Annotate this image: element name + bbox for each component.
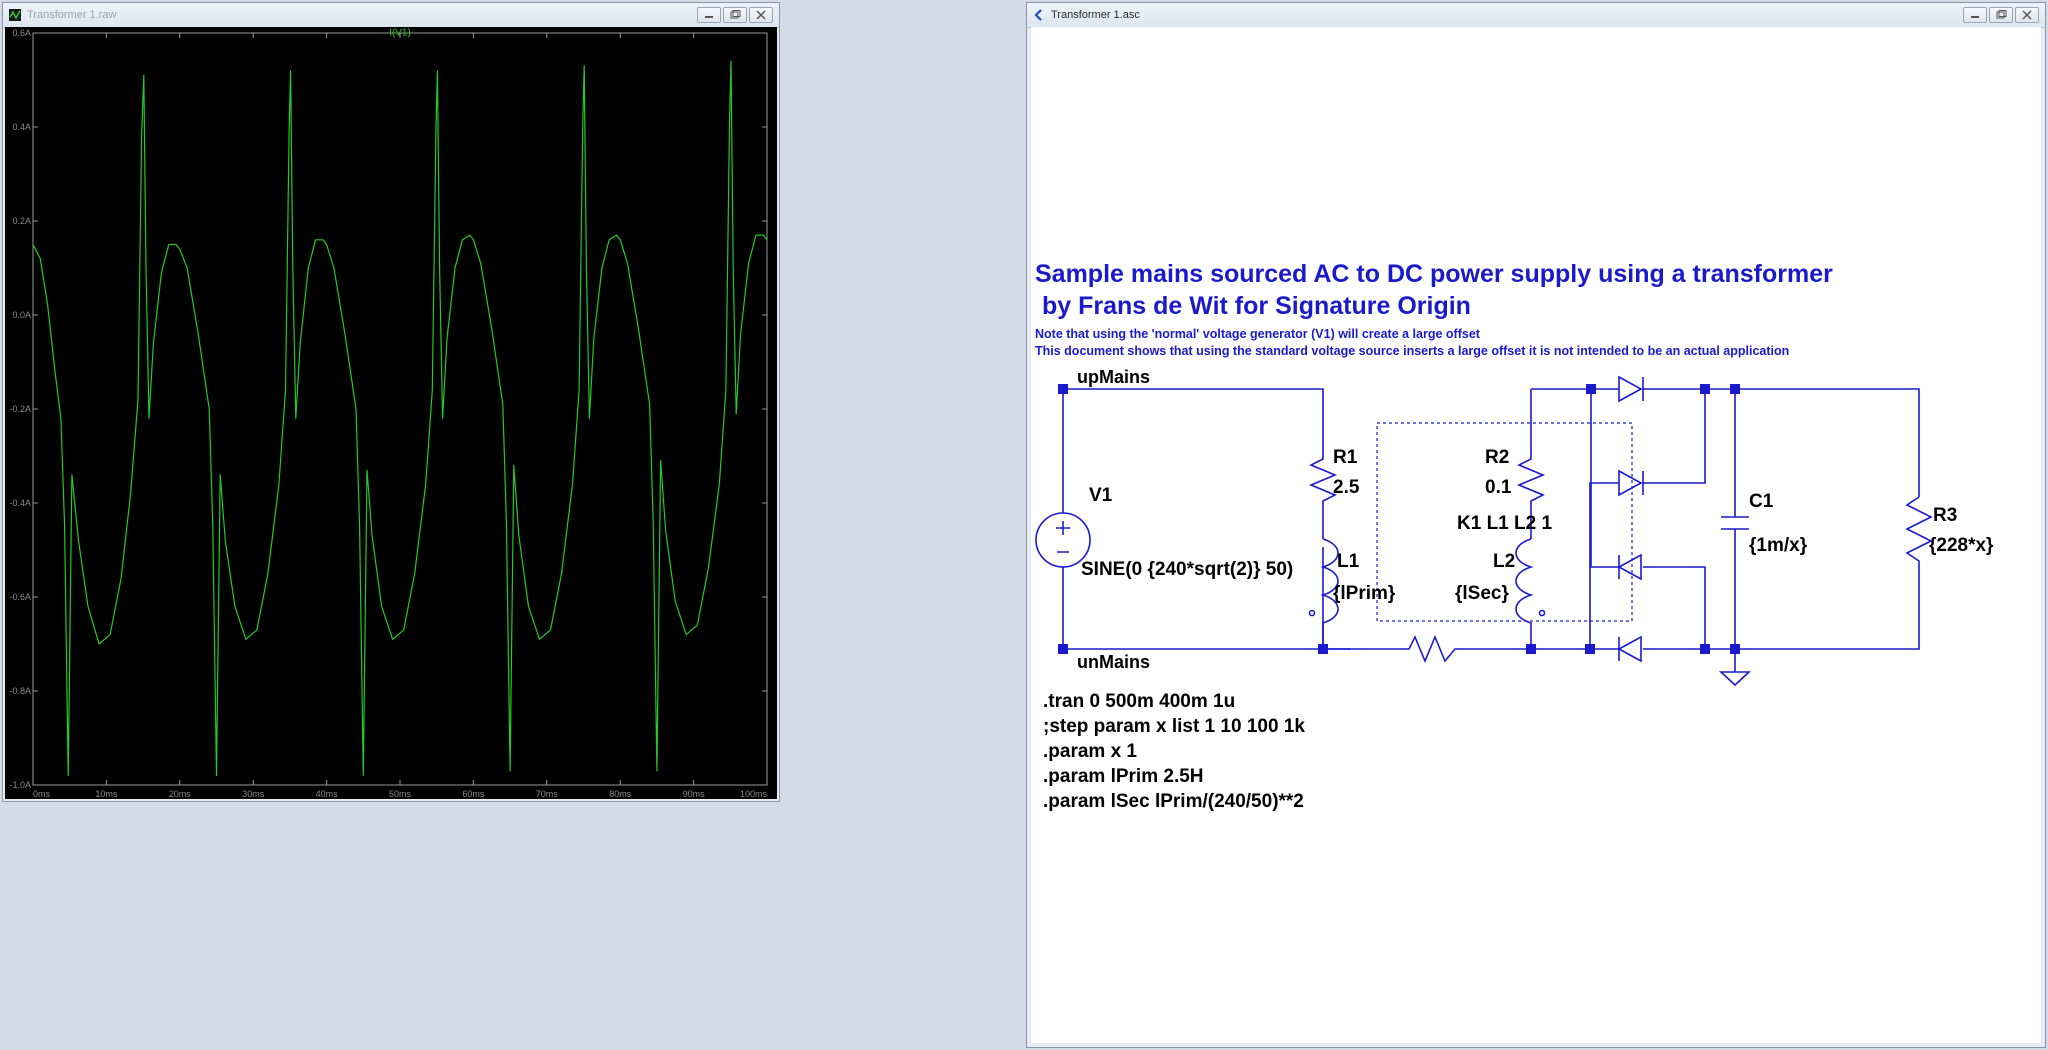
y-tick-label: -0.4A [9,498,31,508]
c1-capacitor-icon[interactable] [1721,516,1749,530]
diode-d3-icon[interactable] [1617,553,1642,581]
l2-inductor-icon[interactable] [1515,538,1546,627]
x-tick-label: 50ms [389,789,412,799]
plot-frame [32,32,768,786]
schematic-drawing[interactable]: Sample mains sourced AC to DC power supp… [1031,27,2041,1043]
minimize-button[interactable] [1963,7,1987,23]
schematic-canvas[interactable]: Sample mains sourced AC to DC power supp… [1031,27,2041,1043]
r2-value[interactable]: 0.1 [1485,477,1512,498]
ground-icon[interactable] [1718,671,1752,687]
v1-value[interactable]: SINE(0 {240*sqrt(2)} 50) [1081,559,1293,580]
current-plot[interactable]: I(V1)0.6A0.4A0.2A0.0A-0.2A-0.4A-0.6A-0.8… [5,27,779,801]
wire-r3[interactable] [1735,388,1920,650]
x-tick-label: 100ms [740,789,768,799]
x-tick-label: 90ms [683,789,706,799]
junctions [1058,384,1740,654]
wire-bridge-bottom[interactable] [1531,482,1619,650]
x-tick-label: 80ms [609,789,632,799]
close-button[interactable] [749,7,773,23]
v1-name: V1 [1089,485,1113,506]
schematic-app-icon [1034,9,1042,21]
plot-pane[interactable]: I(V1) 0.6A 0.4A 0.2A 0.0A -0.2A -0.4A -0.6A -0.8… [5,27,777,799]
x-tick-label: 70ms [536,789,559,799]
restore-button[interactable] [1989,7,2013,23]
wire-up-mains[interactable] [1063,388,1324,447]
schematic-note-2: This document shows that using the stand… [1035,344,1789,358]
trace-i-v1[interactable] [32,60,768,777]
restore-icon [1996,10,2007,19]
y-tick-label: -0.6A [9,592,31,602]
directive-param-x[interactable]: .param x 1 [1043,741,1137,762]
close-icon [2022,10,2032,20]
schematic-window: Transformer 1.asc Sample mains sourced A… [1026,2,2046,1048]
restore-icon [730,10,741,19]
r1-resistor-icon[interactable] [1308,447,1338,507]
l1-name: L1 [1337,551,1360,572]
minimize-icon [705,16,713,18]
l1-value[interactable]: {lPrim} [1333,583,1396,604]
directive-tran[interactable]: .tran 0 500m 400m 1u [1043,691,1235,712]
x-tick-label: 20ms [169,789,192,799]
schematic-note-1: Note that using the 'normal' voltage gen… [1035,327,1481,341]
directive-param-lsec[interactable]: .param lSec lPrim/(240/50)**2 [1043,791,1304,812]
directive-step[interactable]: ;step param x list 1 10 100 1k [1043,716,1305,737]
x-tick-label: 0ms [33,789,51,799]
diode-d1-icon[interactable] [1618,375,1644,403]
c1-name: C1 [1749,491,1774,512]
minimize-icon [1971,16,1979,18]
y-tick-label: 0.6A [12,28,31,38]
y-tick-label: -0.2A [9,404,31,414]
schematic-window-title: Transformer 1.asc [1051,9,1140,21]
r1-name: R1 [1333,447,1358,468]
r3-value[interactable]: {228*x} [1929,535,1994,556]
net-label-unmains[interactable]: unMains [1077,652,1150,672]
x-tick-label: 10ms [95,789,118,799]
waveform-titlebar[interactable]: Transformer 1.raw [3,3,779,28]
wire-bridge-neg[interactable] [1643,566,1735,650]
y-tick-label: -0.8A [9,686,31,696]
net-label-upmains[interactable]: upMains [1077,367,1150,387]
coupling-directive[interactable]: K1 L1 L2 1 [1457,513,1552,534]
c1-value[interactable]: {1m/x} [1749,535,1808,556]
x-tick-label: 40ms [316,789,339,799]
waveform-window-title: Transformer 1.raw [27,9,117,21]
y-tick-label: -1.0A [9,780,31,790]
waveform-app-icon [9,9,21,21]
schematic-heading-line2: by Frans de Wit for Signature Origin [1035,292,1471,320]
diode-d2-icon[interactable] [1618,469,1644,497]
waveform-window: Transformer 1.raw I(V1) 0.6A 0.4A 0.2A 0.0A -… [2,2,780,802]
x-tick-label: 30ms [242,789,265,799]
r2-resistor-icon[interactable] [1516,447,1546,507]
y-tick-label: 0.2A [12,216,31,226]
y-tick-label: 0.0A [12,310,31,320]
wire-bridge-pos[interactable] [1643,388,1735,484]
r3-resistor-icon[interactable] [1905,496,1933,567]
close-icon [756,10,766,20]
restore-button[interactable] [723,7,747,23]
y-tick-label: 0.4A [12,122,31,132]
wire-bridge-top[interactable] [1531,388,1619,568]
l2-name: L2 [1493,551,1515,572]
l2-value[interactable]: {lSec} [1455,583,1509,604]
close-button[interactable] [2015,7,2039,23]
diode-d4-icon[interactable] [1617,635,1642,663]
x-tick-label: 60ms [462,789,485,799]
r2-name: R2 [1485,447,1509,468]
r1-value[interactable]: 2.5 [1333,477,1360,498]
minimize-button[interactable] [697,7,721,23]
schematic-heading-line1: Sample mains sourced AC to DC power supp… [1035,260,1833,288]
directive-param-lprim[interactable]: .param lPrim 2.5H [1043,766,1204,787]
series-resistor-icon[interactable] [1401,634,1461,664]
schematic-titlebar[interactable]: Transformer 1.asc [1027,3,2045,28]
r3-name: R3 [1933,505,1957,526]
